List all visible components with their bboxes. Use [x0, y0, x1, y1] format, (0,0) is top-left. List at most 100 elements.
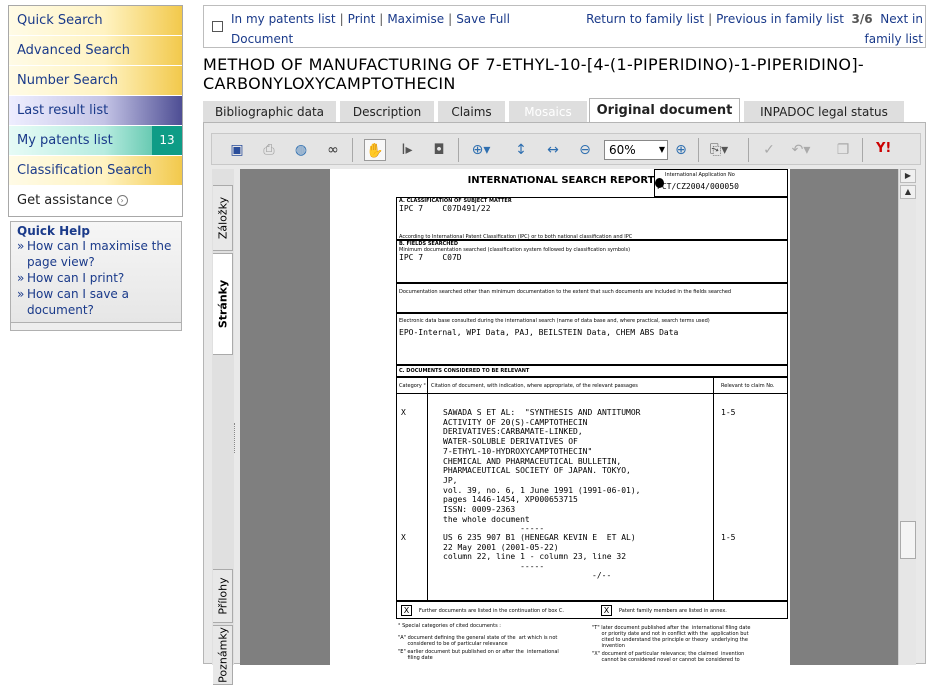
sidebar-item-advanced-search[interactable]: Advanced Search — [9, 36, 182, 66]
help-link-save[interactable]: How can I save a document? — [17, 286, 175, 318]
copy-icon: ❐ — [836, 142, 850, 158]
quick-help-footer — [10, 323, 182, 331]
citation-relevant-claims: 1-5 — [721, 408, 736, 417]
tab-bibliographic-data[interactable]: Bibliographic data — [203, 101, 336, 123]
print-link[interactable]: Print — [348, 12, 376, 26]
sidebar-item-number-search[interactable]: Number Search — [9, 66, 182, 96]
section-b-value: IPC 7 C07D — [399, 253, 462, 262]
tab-claims[interactable]: Claims — [438, 101, 505, 123]
save-icon[interactable]: ▣ — [226, 139, 248, 161]
quick-help-title: Quick Help — [17, 224, 91, 238]
section-a-value: IPC 7 C07D491/22 — [399, 204, 491, 213]
category-e-note: "E" earlier document but published on or… — [398, 649, 559, 661]
tab-original-document[interactable]: Original document — [589, 98, 740, 124]
zoom-plus-icon[interactable]: ⊕ — [670, 139, 692, 161]
patents-list-checkbox[interactable] — [212, 21, 223, 32]
category-x-note: "X" document of particular relevance; th… — [592, 651, 745, 663]
category-a-note: "A" document defining the general state … — [398, 635, 558, 647]
sidebar-item-label: Last result list — [17, 103, 109, 118]
citation-text: US 6 235 907 B1 (HENEGAR KEVIN E ET AL) … — [443, 533, 636, 572]
side-tab-attachments[interactable]: Přílohy — [213, 569, 233, 623]
document-page: INTERNATIONAL SEARCH REPORT Internationa… — [330, 169, 790, 665]
snapshot-icon[interactable]: ◘ — [428, 139, 450, 161]
sidebar-item-my-patents-list[interactable]: My patents list 13 — [9, 126, 182, 156]
pdf-viewer: ▣ ⎙ ◍ ∞ ✋ I▸ ◘ ⊕▾ ↕ ↔ ⊖ 60% ▼ ⊕ ⎘▾ ✓ ↶▾ … — [203, 122, 926, 685]
continuation-marker: -/-- — [592, 571, 612, 580]
search-binoculars-icon[interactable]: ∞ — [322, 139, 344, 161]
citation-text: SAWADA S ET AL: "SYNTHESIS AND ANTITUMOR… — [443, 408, 641, 534]
spell-icon: ✓ — [763, 142, 775, 158]
family-position-current: 3 — [851, 12, 860, 26]
section-c-label: C. DOCUMENTS CONSIDERED TO BE RELEVANT — [399, 368, 530, 374]
electronic-database: Electronic data base consulted during th… — [396, 313, 788, 365]
next-in-family-link[interactable]: Next in family list — [865, 12, 923, 46]
tab-mosaics: Mosaics — [509, 101, 587, 123]
category-t-note: "T" later document published after the i… — [592, 625, 751, 649]
maximise-link[interactable]: Maximise — [387, 12, 444, 26]
quick-help-panel: Quick Help How can I maximise the page v… — [10, 221, 182, 323]
side-tab-label: Poznámky — [216, 627, 229, 683]
citations-table: Category ° Citation of document, with in… — [396, 377, 788, 601]
column-citation: Citation of document, with indication, w… — [431, 383, 638, 389]
column-category: Category ° — [399, 383, 426, 389]
sidebar-item-label: Classification Search — [17, 163, 152, 178]
electronic-database-label: Electronic data base consulted during th… — [399, 318, 710, 324]
document-page-area[interactable]: INTERNATIONAL SEARCH REPORT Internationa… — [240, 169, 898, 665]
document-action-bar: In my patents list | Print | Maximise | Save F… — [203, 5, 926, 48]
further-documents-row: X Further documents are listed in the co… — [396, 601, 788, 619]
documentation-other-text: Documentation searched other than minimu… — [399, 289, 732, 295]
hand-tool-icon[interactable]: ✋ — [364, 139, 386, 161]
previous-in-family-link[interactable]: Previous in family list — [716, 12, 844, 26]
scroll-right-arrow-icon[interactable]: ▶ — [900, 169, 916, 183]
citation-category: X — [401, 408, 406, 417]
sidebar-item-get-assistance[interactable]: Get assistance › — [9, 186, 182, 216]
email-icon[interactable]: ◍ — [290, 139, 312, 161]
side-tab-label: Přílohy — [216, 577, 229, 615]
fit-width-icon[interactable]: ↔ — [542, 139, 564, 161]
sidebar-item-quick-search[interactable]: Quick Search — [9, 6, 182, 36]
side-tab-comments[interactable]: Poznámky — [213, 625, 233, 685]
document-title: METHOD OF MANUFACTURING OF 7-ETHYL-10-[4… — [203, 55, 864, 93]
tab-description[interactable]: Description — [340, 101, 434, 123]
panel-splitter[interactable] — [234, 423, 237, 453]
section-a: A. CLASSIFICATION OF SUBJECT MATTER IPC … — [396, 197, 788, 240]
sidebar-item-classification-search[interactable]: Classification Search — [9, 156, 182, 186]
side-tab-bookmarks[interactable]: Záložky — [213, 185, 233, 251]
sidebar-item-label: Get assistance — [17, 193, 113, 208]
zoom-out-icon[interactable]: ⊖ — [574, 139, 596, 161]
documentation-other: Documentation searched other than minimu… — [396, 283, 788, 313]
fit-page-icon[interactable]: ↕ — [510, 139, 532, 161]
viewer-toolbar: ▣ ⎙ ◍ ∞ ✋ I▸ ◘ ⊕▾ ↕ ↔ ⊖ 60% ▼ ⊕ ⎘▾ ✓ ↶▾ … — [211, 133, 921, 165]
family-members-text: Patent family members are listed in anne… — [619, 608, 727, 614]
section-a-note: According to International Patent Classi… — [399, 233, 633, 240]
help-link-print[interactable]: How can I print? — [17, 270, 175, 286]
sidebar-item-last-result-list[interactable]: Last result list — [9, 96, 182, 126]
application-number-label: International Application No — [665, 172, 735, 178]
vertical-scrollbar[interactable]: ▶ ▲ — [898, 169, 916, 665]
viewer-side-tabs: Záložky Stránky Přílohy Poznámky — [212, 169, 234, 685]
tab-inpadoc-legal-status[interactable]: INPADOC legal status — [744, 101, 904, 123]
select-text-icon[interactable]: I▸ — [396, 139, 418, 161]
electronic-database-value: EPO-Internal, WPI Data, PAJ, BEILSTEIN D… — [399, 328, 679, 337]
scroll-up-arrow-icon[interactable]: ▲ — [900, 185, 916, 199]
patents-count-badge: 13 — [152, 126, 182, 155]
yahoo-toolbar-icon[interactable]: Y! — [876, 141, 891, 156]
side-tab-pages[interactable]: Stránky — [213, 253, 233, 355]
sidebar: Quick Search Advanced Search Number Sear… — [8, 5, 183, 331]
scrollbar-thumb[interactable] — [900, 521, 916, 559]
zoom-in-tool-icon[interactable]: ⊕▾ — [470, 139, 492, 161]
return-to-family-list-link[interactable]: Return to family list — [586, 12, 704, 26]
citation-relevant-claims: 1-5 — [721, 533, 736, 542]
print-icon[interactable]: ⎙ — [258, 139, 280, 161]
rotate-icon[interactable]: ⎘▾ — [708, 139, 730, 161]
in-patents-list-label[interactable]: In my patents list — [231, 12, 336, 26]
side-tab-label: Stránky — [216, 279, 229, 329]
section-b: B. FIELDS SEARCHED Minimum documentation… — [396, 240, 788, 283]
chevron-down-icon[interactable]: ▼ — [656, 140, 668, 160]
column-relevant: Relevant to claim No. — [721, 383, 775, 389]
section-c-header: C. DOCUMENTS CONSIDERED TO BE RELEVANT — [396, 365, 788, 377]
further-documents-text: Further documents are listed in the cont… — [419, 608, 564, 614]
help-link-maximise[interactable]: How can I maximise the page view? — [17, 238, 175, 270]
special-categories-label: ° Special categories of cited documents … — [398, 623, 501, 629]
application-number: PCT/CZ2004/000050 — [657, 182, 739, 191]
